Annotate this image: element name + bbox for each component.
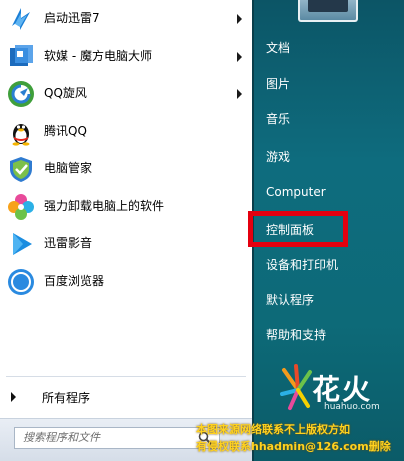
search-placeholder: 搜索程序和文件 [23,431,100,444]
program-label: 迅雷影音 [44,236,93,250]
link-music[interactable]: 音乐 [266,111,290,127]
qqxuanfeng-icon [8,81,34,107]
link-computer[interactable]: Computer [266,184,326,200]
program-item-qq[interactable]: 腾讯QQ [0,113,252,151]
program-label: 强力卸载电脑上的软件 [44,198,165,213]
watermark-line: 本图来源网络联系不上版权方如 [196,423,350,436]
uninstall-icon [8,193,34,220]
logo-url: huahuo.com [324,402,380,412]
link-games[interactable]: 游戏 [266,149,290,165]
program-item-qqxuanfeng[interactable]: QQ旋风 [0,75,252,113]
program-label: 软媒 - 魔方电脑大师 [44,48,152,63]
program-item-xunlei-yingyin[interactable]: 迅雷影音 [0,225,252,263]
shield-icon [10,157,32,182]
submenu-arrow-icon[interactable] [237,14,242,24]
program-item-uninstall[interactable]: 强力卸载电脑上的软件 [0,188,252,226]
submenu-arrow-icon[interactable] [237,51,242,62]
watermark: 本图来源网络联系不上版权方如 有侵权联系hhadmin@126.com删除 [196,421,402,455]
link-documents[interactable]: 文档 [266,40,290,56]
program-list: 启动迅雷7 软媒 - 魔方电脑大师 QQ旋风 腾讯QQ 电脑管家 强力卸载电脑上… [0,0,252,300]
link-devices-printers[interactable]: 设备和打印机 [266,257,338,273]
program-label: 百度浏览器 [44,273,105,288]
play-icon [13,233,32,255]
program-item-baidu-browser[interactable]: 百度浏览器 [0,263,252,301]
start-menu: 启动迅雷7 软媒 - 魔方电脑大师 QQ旋风 腾讯QQ 电脑管家 强力卸载电脑上… [0,0,404,461]
submenu-arrow-icon[interactable] [237,89,242,99]
link-default-programs[interactable]: 默认程序 [266,292,314,308]
program-label: QQ旋风 [44,86,87,100]
all-programs-button[interactable]: 所有程序 [0,386,252,410]
program-item-mofang[interactable]: 软媒 - 魔方电脑大师 [0,38,252,76]
arrow-right-icon [11,392,16,402]
highlight-box [248,211,348,247]
watermark-line: 有侵权联系hhadmin@126.com删除 [196,440,391,453]
divider [6,376,246,377]
program-label: 启动迅雷7 [44,11,100,25]
qq-penguin-icon [12,123,30,146]
program-item-diannao-guanjia[interactable]: 电脑管家 [0,150,252,188]
left-panel: 启动迅雷7 软媒 - 魔方电脑大师 QQ旋风 腾讯QQ 电脑管家 强力卸载电脑上… [0,0,252,461]
baidu-browser-icon [8,268,34,295]
link-pictures[interactable]: 图片 [266,76,290,92]
mofang-icon [10,44,33,66]
xunlei-icon [12,8,30,30]
program-label: 腾讯QQ [44,123,87,138]
program-label: 电脑管家 [44,161,93,175]
user-picture[interactable] [298,0,358,22]
all-programs-label: 所有程序 [42,391,91,405]
program-item-xunlei[interactable]: 启动迅雷7 [0,0,252,38]
search-input[interactable]: 搜索程序和文件 [14,427,220,449]
link-help-support[interactable]: 帮助和支持 [266,327,326,343]
